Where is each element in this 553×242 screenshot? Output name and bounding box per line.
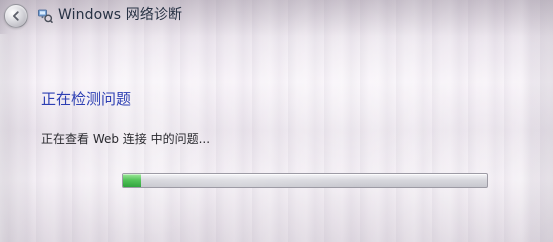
title-bar: Windows 网络诊断 xyxy=(0,0,553,34)
back-button[interactable] xyxy=(4,4,28,28)
diagnostics-window: Windows 网络诊断 正在检测问题 正在查看 Web 连接 中的问题... xyxy=(0,0,553,242)
back-arrow-icon xyxy=(13,11,19,21)
status-text: 正在查看 Web 连接 中的问题... xyxy=(41,132,211,146)
progress-sheen xyxy=(123,174,487,187)
progress-bar xyxy=(122,173,488,188)
content-area: 正在检测问题 正在查看 Web 连接 中的问题... xyxy=(0,34,553,242)
progress-fill xyxy=(123,174,142,187)
window-title: Windows 网络诊断 xyxy=(58,7,183,23)
section-title: 正在检测问题 xyxy=(41,90,132,108)
network-diagnostics-icon xyxy=(38,9,53,23)
